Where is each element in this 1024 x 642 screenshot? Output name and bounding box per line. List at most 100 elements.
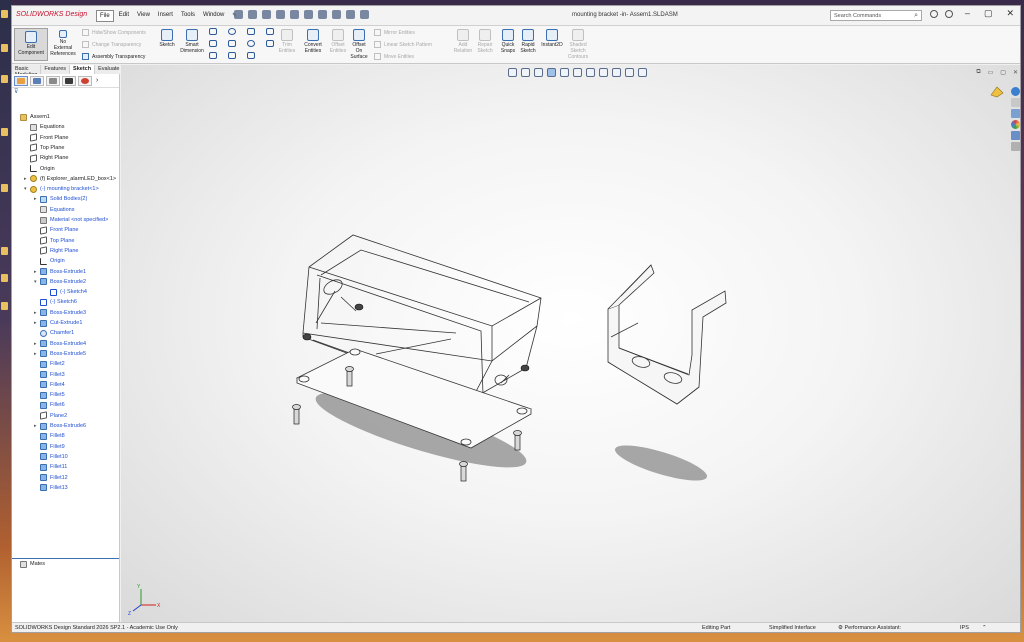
tree-node[interactable]: ▾ Boss-Extrude2 (34, 277, 86, 287)
tree-node[interactable]: Front Plane (24, 133, 68, 143)
tree-node[interactable]: Fillet10 (34, 452, 68, 462)
tree-node[interactable]: Fillet5 (34, 390, 65, 400)
tab-basic-modeling-tools[interactable]: Basic Modeling Tools (12, 65, 42, 84)
tree-node[interactable]: Fillet13 (34, 483, 68, 493)
tree-node[interactable]: Fillet8 (34, 431, 65, 441)
spline-icon[interactable] (247, 28, 255, 35)
new-document-icon[interactable] (248, 10, 257, 19)
tree-node[interactable]: Top Plane (34, 236, 74, 246)
minimize-icon[interactable]: – (965, 8, 970, 19)
filter-icon[interactable]: ⊽ (12, 88, 119, 98)
line-icon[interactable] (209, 28, 217, 35)
offset-entities-button[interactable]: Offset Entities (326, 29, 350, 54)
desktop-folder-icon[interactable] (1, 75, 8, 83)
tree-node[interactable]: Plane2 (34, 411, 67, 421)
options-icon[interactable] (360, 10, 369, 19)
tree-node[interactable]: ▾ (-) mounting bracket<1> (24, 184, 99, 194)
save-icon[interactable] (276, 10, 285, 19)
home-icon[interactable] (234, 10, 243, 19)
tree-node[interactable]: Material <not specified> (34, 215, 108, 225)
solidworks-logo[interactable]: SOLIDWORKS Design (16, 11, 87, 18)
tree-node[interactable]: Top Plane (24, 143, 64, 153)
tree-node[interactable]: Fillet4 (34, 380, 65, 390)
shaded-sketch-contours-button[interactable]: Shaded Sketch Contours (566, 29, 590, 60)
no-external-references-button[interactable]: No External References (50, 30, 76, 57)
linear-sketch-pattern-button[interactable]: Linear Sketch Pattern (374, 41, 432, 48)
tree-node[interactable]: ▸ Cut-Extrude1 (34, 318, 82, 328)
offset-on-surface-button[interactable]: Offset On Surface (348, 29, 370, 60)
circle-icon[interactable] (228, 28, 236, 35)
close-icon[interactable]: ✕ (1006, 8, 1014, 19)
dimxpert-tab[interactable] (62, 75, 76, 86)
tree-node[interactable]: Mates (14, 559, 45, 569)
tree-node[interactable]: Fillet11 (34, 462, 67, 472)
status-interface[interactable]: Simplified Interface (769, 625, 816, 631)
slot-icon[interactable] (209, 52, 217, 59)
desktop-folder-icon[interactable] (1, 274, 8, 282)
change-transparency-button[interactable]: Change Transparency (82, 41, 141, 48)
polygon-icon[interactable] (228, 52, 236, 59)
tree-node[interactable]: Equations (24, 122, 64, 132)
tree-node[interactable]: Right Plane (34, 246, 78, 256)
maximize-icon[interactable]: ▢ (984, 8, 993, 19)
tree-node[interactable]: Fillet9 (34, 442, 65, 452)
point-icon[interactable] (247, 52, 255, 59)
status-units[interactable]: IPS (960, 625, 969, 631)
chevron-right-icon[interactable]: › (96, 77, 98, 84)
tree-node[interactable]: Right Plane (24, 153, 68, 163)
performance-assistant[interactable]: ⚙ Performance Assistant: (838, 625, 901, 631)
menu-edit[interactable]: Edit (116, 10, 132, 22)
select-icon[interactable] (332, 10, 341, 19)
tree-node[interactable]: ▸ Boss-Extrude3 (34, 308, 86, 318)
tree-node[interactable]: ▸ Boss-Extrude6 (34, 421, 86, 431)
tree-node[interactable]: Fillet6 (34, 400, 65, 410)
desktop-folder-icon[interactable] (1, 302, 8, 310)
tab-features[interactable]: Features (41, 65, 71, 74)
hide-show-components-button[interactable]: Hide/Show Components (82, 29, 146, 36)
redo-icon[interactable] (318, 10, 327, 19)
instant2d-button[interactable]: Instant2D (540, 29, 564, 48)
undo-icon[interactable] (304, 10, 313, 19)
tree-node[interactable]: Assem1 (14, 112, 50, 122)
tree-node[interactable]: ▸ Boss-Extrude4 (34, 339, 86, 349)
convert-entities-button[interactable]: Convert Entities (300, 29, 326, 54)
quick-snaps-button[interactable]: Quick Snaps (498, 29, 518, 54)
ellipse-icon[interactable] (247, 40, 255, 47)
help-icon[interactable] (945, 10, 953, 18)
assembly-transparency-button[interactable]: Assembly Transparency (82, 53, 145, 60)
tree-node[interactable]: (-) Sketch4 (44, 287, 87, 297)
tree-node[interactable]: ▸ Boss-Extrude5 (34, 349, 86, 359)
edit-component-button[interactable]: Edit Component (14, 28, 48, 61)
tree-node[interactable]: Origin (24, 164, 55, 174)
print-icon[interactable] (290, 10, 299, 19)
tree-node[interactable]: Fillet3 (34, 370, 65, 380)
repair-sketch-button[interactable]: Repair Sketch (474, 29, 496, 54)
mirror-entities-button[interactable]: Mirror Entities (374, 29, 415, 36)
tree-node[interactable]: Fillet2 (34, 359, 65, 369)
desktop-folder-icon[interactable] (1, 10, 8, 18)
desktop-folder-icon[interactable] (1, 247, 8, 255)
tree-node[interactable]: Equations (34, 205, 74, 215)
tree-node[interactable]: ▸ Solid Bodies(2) (34, 194, 87, 204)
menu-tools[interactable]: Tools (178, 10, 198, 22)
property-manager-tab[interactable] (30, 75, 44, 86)
search-commands-input[interactable]: Search Commands ⌕ (830, 10, 922, 21)
search-icon[interactable]: ⌕ (914, 12, 918, 20)
text-icon[interactable] (266, 40, 274, 47)
desktop-folder-icon[interactable] (1, 128, 8, 136)
add-relation-button[interactable]: Add Relation (452, 29, 474, 54)
arc-icon[interactable] (228, 40, 236, 47)
move-entities-button[interactable]: Move Entities (374, 53, 414, 60)
status-options-icon[interactable]: ⌃ (982, 625, 987, 631)
smart-dimension-button[interactable]: Smart Dimension (178, 29, 206, 54)
user-icon[interactable] (930, 10, 938, 18)
feature-tree-tab[interactable] (14, 75, 28, 86)
tree-node[interactable]: Chamfer1 (34, 328, 74, 338)
open-icon[interactable] (262, 10, 271, 19)
tab-sketch[interactable]: Sketch (70, 65, 96, 74)
tree-node[interactable]: Front Plane (34, 225, 78, 235)
menu-view[interactable]: View (134, 10, 153, 22)
tree-node[interactable]: Origin (34, 256, 65, 266)
desktop-folder-icon[interactable] (1, 44, 8, 52)
tab-evaluate[interactable]: Evaluate (95, 65, 124, 74)
